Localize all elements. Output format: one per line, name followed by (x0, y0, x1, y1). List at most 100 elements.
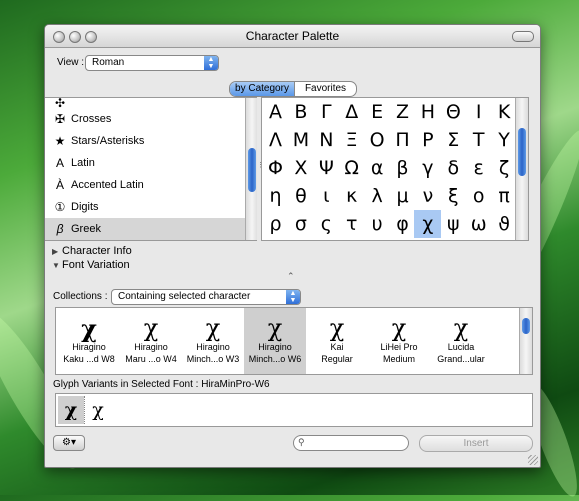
character-cell[interactable]: Μ (287, 126, 314, 154)
character-cell[interactable]: τ (338, 210, 365, 238)
font-variation-disclosure[interactable]: ▼ Font Variation (52, 259, 130, 271)
character-cell[interactable]: μ (389, 182, 416, 210)
character-cell[interactable]: γ (414, 154, 441, 182)
tab-by-category[interactable]: by Category (230, 82, 295, 96)
character-cell[interactable]: α (364, 154, 391, 182)
font-list-scrollbar[interactable] (519, 308, 532, 374)
character-cell[interactable]: Β (287, 98, 314, 126)
character-cell[interactable]: Ξ (338, 126, 365, 154)
font-variation-cell[interactable]: χ LiHei Pro Medium (368, 308, 430, 374)
category-list: ✣ ✠ Crosses ★ Stars/Asterisks A Latin À … (45, 97, 257, 241)
font-variation-cell[interactable]: χ Hiragino Maru ...o W4 (120, 308, 182, 374)
collections-label: Collections : (53, 291, 108, 302)
character-cell[interactable]: Ο (364, 126, 391, 154)
character-cell[interactable]: Γ (313, 98, 340, 126)
latin-letter-icon: A (55, 156, 64, 170)
character-cell[interactable]: Φ (262, 154, 289, 182)
character-cell[interactable]: δ (440, 154, 467, 182)
category-item-stars[interactable]: ★ Stars/Asterisks (45, 130, 245, 152)
category-label: Crosses (71, 113, 112, 125)
character-cell[interactable]: Ψ (313, 154, 340, 182)
character-cell[interactable]: χ (414, 210, 442, 238)
character-cell[interactable]: Ω (338, 154, 365, 182)
tab-favorites[interactable]: Favorites (295, 82, 356, 96)
character-cell[interactable]: κ (338, 182, 365, 210)
popup-arrows-icon: ▲ ▼ (286, 290, 300, 304)
character-cell[interactable]: Τ (465, 126, 492, 154)
character-cell[interactable]: ρ (262, 210, 289, 238)
character-cell[interactable]: ω (465, 210, 492, 238)
character-cell[interactable]: ε (465, 154, 492, 182)
character-cell[interactable]: Η (414, 98, 441, 126)
character-cell[interactable]: Ν (313, 126, 340, 154)
search-input[interactable] (310, 436, 406, 450)
character-cell[interactable]: υ (364, 210, 391, 238)
view-label: View : (57, 57, 85, 68)
character-cell[interactable]: ο (465, 182, 492, 210)
character-cell[interactable]: Λ (262, 126, 289, 154)
insert-button[interactable]: Insert (419, 435, 533, 452)
character-cell[interactable]: ι (313, 182, 340, 210)
character-info-disclosure[interactable]: ▶ Character Info (52, 245, 132, 257)
character-cell[interactable]: Π (389, 126, 416, 154)
font-name-line1: Lucida (447, 342, 475, 352)
category-item-accented-latin[interactable]: À Accented Latin (45, 174, 245, 196)
character-cell[interactable]: Α (262, 98, 289, 126)
font-name-line1: Hiragino (196, 342, 230, 352)
category-scrollbar[interactable] (245, 98, 257, 240)
character-cell[interactable]: Χ (287, 154, 314, 182)
collections-popup[interactable]: Containing selected character ▲ ▼ (111, 289, 301, 305)
character-cell[interactable]: σ (287, 210, 314, 238)
scroll-thumb[interactable] (522, 318, 530, 334)
scroll-thumb[interactable] (518, 128, 526, 176)
scroll-thumb[interactable] (248, 148, 256, 192)
font-name-line2: Minch...o W6 (248, 354, 302, 364)
category-label: Latin (71, 157, 95, 169)
character-cell[interactable]: Ε (364, 98, 391, 126)
category-item-crosses[interactable]: ✠ Crosses (45, 108, 245, 130)
character-cell[interactable]: ζ (491, 154, 518, 182)
character-cell[interactable]: π (491, 182, 518, 210)
font-variation-cell[interactable]: χ Kai Regular (306, 308, 368, 374)
category-item-greek[interactable]: β Greek (45, 218, 245, 240)
action-menu-button[interactable]: ⚙▾ (53, 435, 85, 451)
character-cell[interactable]: φ (389, 210, 416, 238)
font-name-line2: Kaku ...d W8 (63, 354, 115, 364)
font-variation-cell[interactable]: χ Lucida Grand...ular (430, 308, 492, 374)
toolbar-toggle-button[interactable] (512, 31, 534, 42)
character-cell[interactable]: η (262, 182, 289, 210)
character-cell[interactable]: Ρ (414, 126, 441, 154)
character-cell[interactable]: Θ (440, 98, 467, 126)
character-cell[interactable]: Ζ (389, 98, 416, 126)
character-cell[interactable]: θ (287, 182, 314, 210)
grid-scrollbar[interactable] (515, 98, 528, 240)
category-item-digits[interactable]: ① Digits (45, 196, 245, 218)
character-cell[interactable]: Δ (338, 98, 365, 126)
glyph-variant-cell[interactable]: χ (58, 396, 84, 424)
character-cell[interactable]: Ι (465, 98, 492, 126)
character-palette-window: Character Palette View : Roman ▲ ▼ by Cat… (44, 24, 541, 468)
font-variation-cell[interactable]: χ Hiragino Minch...o W6 (244, 308, 306, 374)
search-field[interactable]: ⚲ (293, 435, 409, 451)
character-cell[interactable]: ψ (440, 210, 467, 238)
character-cell[interactable]: ϑ (491, 210, 518, 238)
category-item-latin[interactable]: A Latin (45, 152, 245, 174)
character-cell[interactable]: ξ (440, 182, 467, 210)
glyph-variant-cell[interactable]: χ (84, 396, 111, 424)
character-cell[interactable]: ν (414, 182, 441, 210)
character-cell[interactable]: Κ (491, 98, 518, 126)
character-cell[interactable]: λ (364, 182, 391, 210)
character-cell[interactable]: β (389, 154, 416, 182)
character-cell[interactable]: ς (313, 210, 340, 238)
font-variation-cell[interactable]: χ Hiragino Minch...o W3 (182, 308, 244, 374)
category-label: Stars/Asterisks (71, 135, 145, 147)
font-name-line1: Hiragino (72, 342, 106, 352)
collapse-handle-icon[interactable]: ⌃ (287, 271, 295, 282)
character-cell[interactable]: Σ (440, 126, 467, 154)
font-variation-cell[interactable]: χ Hiragino Kaku ...d W8 (58, 308, 120, 374)
character-cell[interactable]: Υ (491, 126, 518, 154)
gear-icon: ⚙▾ (62, 437, 76, 448)
title-bar: Character Palette (45, 25, 540, 48)
resize-grip[interactable] (528, 455, 538, 465)
view-popup[interactable]: Roman ▲ ▼ (85, 55, 219, 71)
